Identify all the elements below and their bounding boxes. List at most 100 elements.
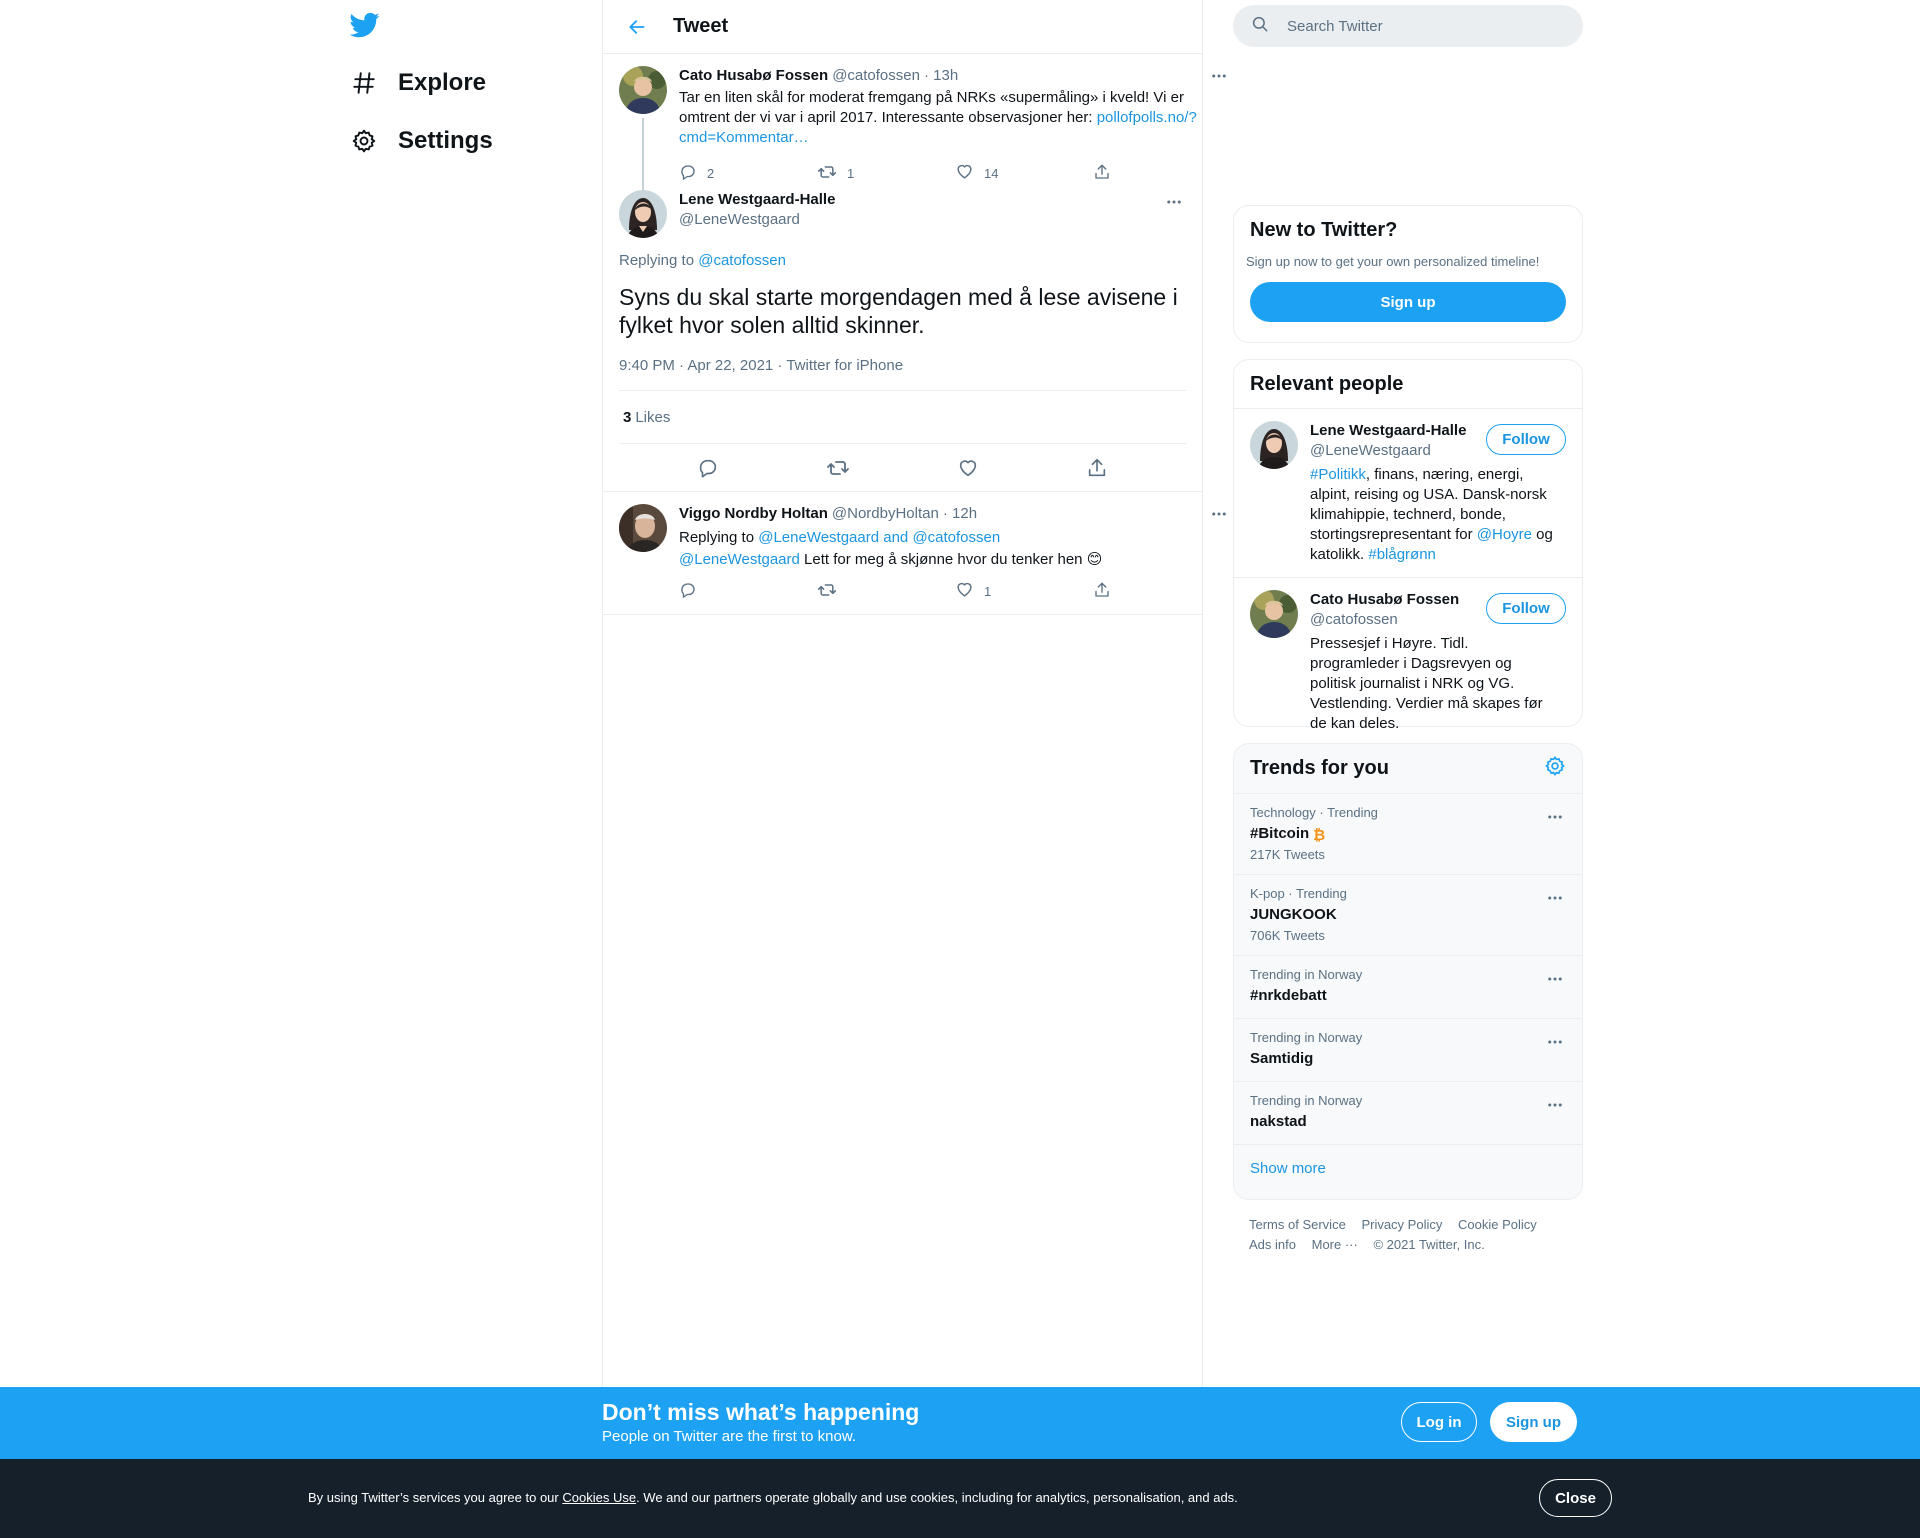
reply-tweet[interactable]: Viggo Nordby Holtan @NordbyHoltan · 12h …: [603, 492, 1226, 615]
more-icon[interactable]: [1546, 1033, 1564, 1056]
nav-label: Settings: [398, 127, 493, 154]
replying-to-link[interactable]: @LeneWestgaard and @catofossen: [758, 529, 1000, 546]
avatar[interactable]: [619, 190, 667, 238]
page-title: Tweet: [673, 15, 729, 37]
like-count: 1: [984, 583, 992, 599]
replying-to: Replying to @catofossen: [619, 252, 1186, 269]
footer-link[interactable]: Privacy Policy: [1361, 1217, 1442, 1232]
reply-icon[interactable]: [697, 457, 719, 479]
tweet-meta[interactable]: 9:40 PM · Apr 22, 2021 · Twitter for iPh…: [619, 357, 1186, 391]
trend-item[interactable]: Trending in Norway #nrkdebatt: [1234, 956, 1582, 1019]
more-icon[interactable]: [1207, 64, 1231, 88]
more-icon[interactable]: [1162, 190, 1186, 214]
reply-button[interactable]: 2: [679, 163, 817, 184]
sign-up-button[interactable]: Sign up: [1250, 282, 1566, 322]
replying-to: Replying to @LeneWestgaard and @catofoss…: [679, 528, 1231, 548]
more-icon[interactable]: [1546, 970, 1564, 993]
card-subtitle: Sign up now to get your own personalized…: [1246, 254, 1540, 269]
person-item[interactable]: Cato Husabø Fossen @catofossen Pressesje…: [1234, 578, 1582, 746]
focus-tweet: Lene Westgaard-Halle @LeneWestgaard Repl…: [603, 188, 1202, 492]
more-icon[interactable]: [1207, 502, 1231, 526]
author-handle[interactable]: @LeneWestgaard: [679, 210, 835, 230]
trend-item[interactable]: Technology · Trending #Bitcoin ₿ 217K Twe…: [1234, 794, 1582, 875]
share-button[interactable]: [1093, 163, 1231, 184]
log-in-button[interactable]: Log in: [1401, 1402, 1477, 1442]
banner-title: Don’t miss what’s happening: [602, 1399, 920, 1425]
like-button[interactable]: 14: [955, 162, 1093, 184]
close-button[interactable]: Close: [1539, 1479, 1612, 1517]
like-button[interactable]: 1: [955, 580, 1093, 602]
footer-link[interactable]: Terms of Service: [1249, 1217, 1346, 1232]
cookie-banner: By using Twitter’s services you agree to…: [0, 1459, 1920, 1538]
card-title: Trends for you: [1250, 757, 1389, 779]
smile-emoji-icon: 😊: [1086, 551, 1103, 568]
trend-item[interactable]: K-pop · Trending JUNGKOOK 706K Tweets: [1234, 875, 1582, 956]
author-name[interactable]: Cato Husabø Fossen: [679, 66, 828, 86]
more-icon[interactable]: [1546, 808, 1564, 831]
trend-item[interactable]: Trending in Norway Samtidig: [1234, 1019, 1582, 1082]
replying-to-link[interactable]: @catofossen: [698, 252, 786, 269]
likes-count: 3: [623, 408, 632, 426]
avatar[interactable]: [1250, 421, 1298, 469]
nav-item-settings[interactable]: Settings: [350, 121, 493, 161]
retweet-icon[interactable]: [826, 456, 850, 480]
replying-prefix: Replying to: [619, 252, 695, 269]
search-placeholder: Search Twitter: [1287, 17, 1383, 35]
footer-link[interactable]: Ads info: [1249, 1237, 1296, 1252]
retweet-button[interactable]: 1: [817, 162, 955, 185]
back-arrow-icon[interactable]: [619, 9, 655, 45]
sign-up-button[interactable]: Sign up: [1490, 1402, 1577, 1442]
retweet-button[interactable]: [817, 580, 955, 603]
heart-icon: [955, 162, 974, 184]
follow-button[interactable]: Follow: [1486, 424, 1566, 455]
likes-summary[interactable]: 3 Likes: [619, 391, 1186, 444]
author-handle[interactable]: @NordbyHoltan: [832, 504, 939, 524]
follow-button[interactable]: Follow: [1486, 593, 1566, 624]
trend-meta: Trending in Norway: [1250, 1093, 1363, 1108]
avatar[interactable]: [1250, 590, 1298, 638]
nav-item-explore[interactable]: Explore: [350, 63, 486, 103]
person-item[interactable]: Lene Westgaard-Halle @LeneWestgaard #Pol…: [1234, 409, 1582, 578]
parent-tweet[interactable]: Cato Husabø Fossen @catofossen · 13h Tar…: [603, 54, 1226, 202]
author-name[interactable]: Lene Westgaard-Halle: [679, 190, 835, 210]
card-title: New to Twitter?: [1250, 219, 1398, 241]
trend-count: 217K Tweets: [1250, 847, 1325, 862]
author-name[interactable]: Viggo Nordby Holtan: [679, 504, 828, 524]
avatar[interactable]: [619, 66, 667, 114]
show-more-link[interactable]: Show more: [1234, 1145, 1582, 1192]
avatar[interactable]: [619, 504, 667, 552]
heart-icon[interactable]: [957, 457, 979, 479]
svg-text:₿: ₿: [1313, 826, 1325, 842]
cookie-text: By using Twitter’s services you agree to…: [308, 1490, 1238, 1505]
more-icon[interactable]: [1546, 1096, 1564, 1119]
share-button[interactable]: [1093, 581, 1231, 602]
tweet-time[interactable]: · 12h: [943, 504, 977, 524]
footer-link[interactable]: Cookie Policy: [1458, 1217, 1537, 1232]
mention-link[interactable]: @LeneWestgaard: [679, 551, 800, 568]
twitter-bird-icon[interactable]: [349, 10, 384, 44]
share-icon: [1093, 163, 1111, 184]
trend-meta: K-pop · Trending: [1250, 886, 1347, 901]
cookies-use-link[interactable]: Cookies Use: [562, 1490, 636, 1505]
reply-button[interactable]: [679, 581, 817, 602]
tweet-actions: 1: [679, 576, 1231, 606]
cookie-text-before: By using Twitter’s services you agree to…: [308, 1490, 563, 1505]
copyright: © 2021 Twitter, Inc.: [1373, 1237, 1485, 1252]
search-input[interactable]: Search Twitter: [1233, 5, 1583, 47]
search-icon: [1251, 15, 1269, 38]
person-bio: Pressesjef i Høyre. Tidl. programleder i…: [1310, 635, 1543, 732]
tweet-time[interactable]: · 13h: [924, 66, 958, 86]
nav-label: Explore: [398, 69, 487, 96]
author-handle[interactable]: @catofossen: [832, 66, 920, 86]
share-icon[interactable]: [1086, 457, 1108, 479]
footer-link[interactable]: More ···: [1312, 1237, 1358, 1252]
tweet-text: Tar en liten skål for moderat fremgang p…: [679, 88, 1231, 148]
cookie-text-after: . We and our partners operate globally a…: [636, 1490, 1238, 1505]
gear-icon[interactable]: [1544, 755, 1566, 782]
tweet-text: @LeneWestgaard Lett for meg å skjønne hv…: [679, 550, 1231, 570]
hashtag-link[interactable]: #Politikk: [1310, 466, 1366, 483]
hashtag-link[interactable]: #blågrønn: [1368, 546, 1436, 563]
mention-link[interactable]: @Hoyre: [1477, 526, 1532, 543]
trend-item[interactable]: Trending in Norway nakstad: [1234, 1082, 1582, 1145]
more-icon[interactable]: [1546, 889, 1564, 912]
